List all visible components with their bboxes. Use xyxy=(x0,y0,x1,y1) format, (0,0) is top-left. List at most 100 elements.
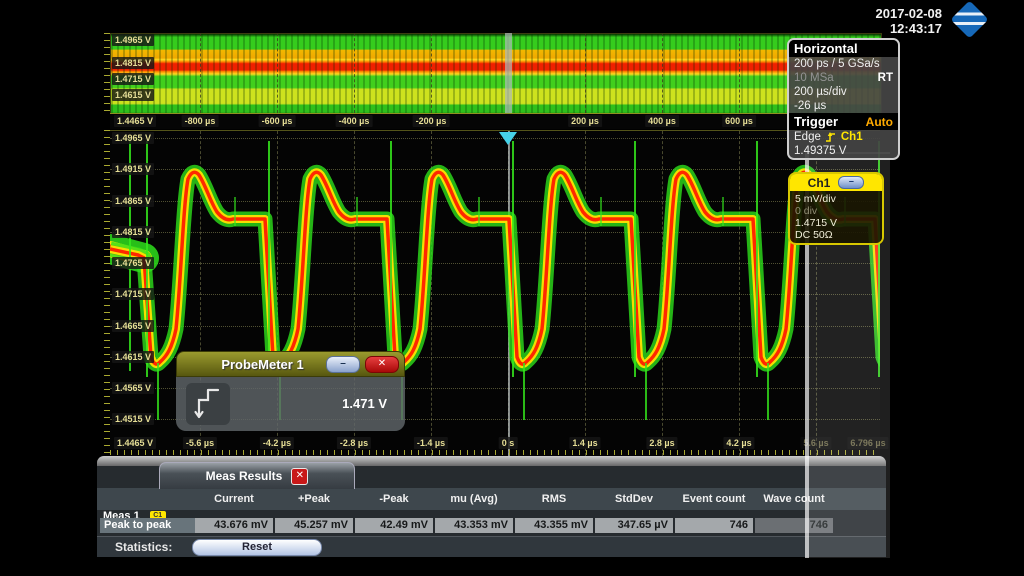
main-corner-label: 1.4465 V xyxy=(114,437,156,449)
main-t-label: -1.4 µs xyxy=(414,437,448,449)
gridline xyxy=(200,33,201,113)
probemeter-body: 1.471 V xyxy=(176,377,405,431)
gridline xyxy=(277,33,278,113)
main-t-label: 2.8 µs xyxy=(646,437,677,449)
tab-meas-results[interactable]: Meas Results ✕ xyxy=(159,462,355,489)
ch1-minimize-button[interactable]: – xyxy=(838,176,864,189)
ch1-signal-badge[interactable]: Ch1 – 5 mV/div 0 div 1.4715 V DC 50Ω xyxy=(788,172,884,245)
main-t-label: -2.8 µs xyxy=(337,437,371,449)
column-header: StdDev xyxy=(595,488,673,510)
ch1-coupling-value: DC 50Ω xyxy=(795,229,877,241)
main-t-label: 0 s xyxy=(499,437,518,449)
trigger-source-row: Edge Ch1 xyxy=(789,130,898,144)
probemeter-title-text: ProbeMeter 1 xyxy=(177,357,326,372)
trigger-mode-value: Auto xyxy=(866,115,893,129)
tab-close-icon[interactable]: ✕ xyxy=(291,468,308,485)
main-t-label: 4.2 µs xyxy=(723,437,754,449)
trigger-position-marker-icon[interactable] xyxy=(499,132,517,145)
main-v-label: 1.4915 V xyxy=(112,163,154,175)
main-v-label: 1.4765 V xyxy=(112,257,154,269)
rohde-schwarz-logo-icon xyxy=(950,0,988,38)
main-t-label: -5.6 µs xyxy=(183,437,217,449)
trigger-source-value: Ch1 xyxy=(841,130,863,144)
trigger-panel-title: Trigger Auto xyxy=(789,113,898,130)
gridline xyxy=(354,33,355,113)
overview-t-label: -600 µs xyxy=(259,115,296,127)
main-v-label: 1.4565 V xyxy=(112,382,154,394)
column-header: Event count xyxy=(675,488,753,510)
gridline xyxy=(739,33,740,113)
column-header: RMS xyxy=(515,488,593,510)
date-text: 2017-02-08 xyxy=(876,6,943,21)
overview-time-axis xyxy=(110,113,880,129)
column-header: Current xyxy=(195,488,273,510)
overview-t-label: -400 µs xyxy=(336,115,373,127)
overview-t-label: 400 µs xyxy=(645,115,679,127)
overview-t-label: 600 µs xyxy=(722,115,756,127)
results-header-row: Current +Peak -Peak mu (Avg) RMS StdDev … xyxy=(97,488,886,510)
acquisition-mode-value: RT xyxy=(878,71,893,85)
value-minus-peak: 42.49 mV xyxy=(355,518,433,533)
trigger-level-row: 1.49375 V xyxy=(789,144,898,158)
trigger-type-value: Edge xyxy=(794,130,821,144)
overview-t-label: 200 µs xyxy=(568,115,602,127)
oscilloscope-screen: 2017-02-08 12:43:17 1.4965 V 1.4815 V 1.… xyxy=(0,0,1024,576)
horizontal-panel-title: Horizontal xyxy=(789,40,898,57)
record-length-value: 10 MSa xyxy=(794,71,834,85)
column-header: -Peak xyxy=(355,488,433,510)
time-text: 12:43:17 xyxy=(876,21,943,36)
gridline xyxy=(662,33,663,113)
value-plus-peak: 45.257 mV xyxy=(275,518,353,533)
value-rms: 43.355 mV xyxy=(515,518,593,533)
horizontal-resolution-row: 200 ps / 5 GSa/s xyxy=(789,57,898,71)
gridline xyxy=(431,33,432,113)
main-v-label: 1.4815 V xyxy=(112,226,154,238)
main-t-label: 1.4 µs xyxy=(569,437,600,449)
horizontal-record-row: 10 MSa RT xyxy=(789,71,898,85)
ch1-badge-title: Ch1 xyxy=(808,176,831,190)
probemeter-value: 1.471 V xyxy=(342,396,387,411)
ch1-scale-value: 5 mV/div xyxy=(795,193,877,205)
meas-results-panel: Meas Results ✕ Current +Peak -Peak mu (A… xyxy=(97,456,886,556)
value-mu-avg: 43.353 mV xyxy=(435,518,513,533)
probemeter-close-button[interactable]: ✕ xyxy=(365,356,399,373)
horizontal-trigger-dialog[interactable]: Horizontal 200 ps / 5 GSa/s 10 MSa RT 20… xyxy=(787,38,900,160)
main-t-label: -4.2 µs xyxy=(260,437,294,449)
probemeter-titlebar[interactable]: ProbeMeter 1 – ✕ xyxy=(176,351,405,377)
overview-v-label: 1.4815 V xyxy=(112,57,154,69)
overview-diagram[interactable]: 1.4965 V 1.4815 V 1.4715 V 1.4615 V 1.44… xyxy=(110,33,880,128)
ch1-position-value: 0 div xyxy=(795,205,877,217)
main-bottom-ticks xyxy=(110,450,880,455)
statistics-label: Statistics: xyxy=(115,537,172,557)
statistics-reset-button[interactable]: Reset xyxy=(192,539,322,556)
main-v-label: 1.4515 V xyxy=(112,413,154,425)
probemeter-probe-icon xyxy=(186,383,230,425)
ch1-offset-value: 1.4715 V xyxy=(795,217,877,229)
main-v-label: 1.4965 V xyxy=(112,132,154,144)
probemeter-window[interactable]: ProbeMeter 1 – ✕ 1.471 V xyxy=(176,351,405,431)
ch1-badge-body: 5 mV/div 0 div 1.4715 V DC 50Ω xyxy=(790,191,882,243)
trigger-title-text: Trigger xyxy=(794,114,838,129)
measurement-type-cell: Peak to peak xyxy=(100,518,196,533)
tab-label: Meas Results xyxy=(206,469,283,483)
main-v-label: 1.4715 V xyxy=(112,288,154,300)
column-header: +Peak xyxy=(275,488,353,510)
overview-v-label: 1.4965 V xyxy=(112,34,154,46)
ch1-badge-header[interactable]: Ch1 – xyxy=(790,174,882,191)
resolution-value: 200 ps / 5 GSa/s xyxy=(794,57,880,71)
overview-waveform xyxy=(110,33,882,115)
overview-t-label: -200 µs xyxy=(413,115,450,127)
probemeter-minimize-button[interactable]: – xyxy=(326,356,360,373)
column-header: mu (Avg) xyxy=(435,488,513,510)
value-stddev: 347.65 µV xyxy=(595,518,673,533)
overview-v-label: 1.4715 V xyxy=(112,73,154,85)
horizontal-position-row: -26 µs xyxy=(789,99,898,113)
horizontal-position-value: -26 µs xyxy=(794,99,826,113)
trigger-level-value: 1.49375 V xyxy=(794,144,846,158)
zoom-window-indicator[interactable] xyxy=(505,33,512,113)
main-v-label: 1.4665 V xyxy=(112,320,154,332)
timebase-scale-value: 200 µs/div xyxy=(794,85,847,99)
rising-edge-icon xyxy=(825,131,837,143)
main-v-label: 1.4615 V xyxy=(112,351,154,363)
overview-t-label: -800 µs xyxy=(182,115,219,127)
